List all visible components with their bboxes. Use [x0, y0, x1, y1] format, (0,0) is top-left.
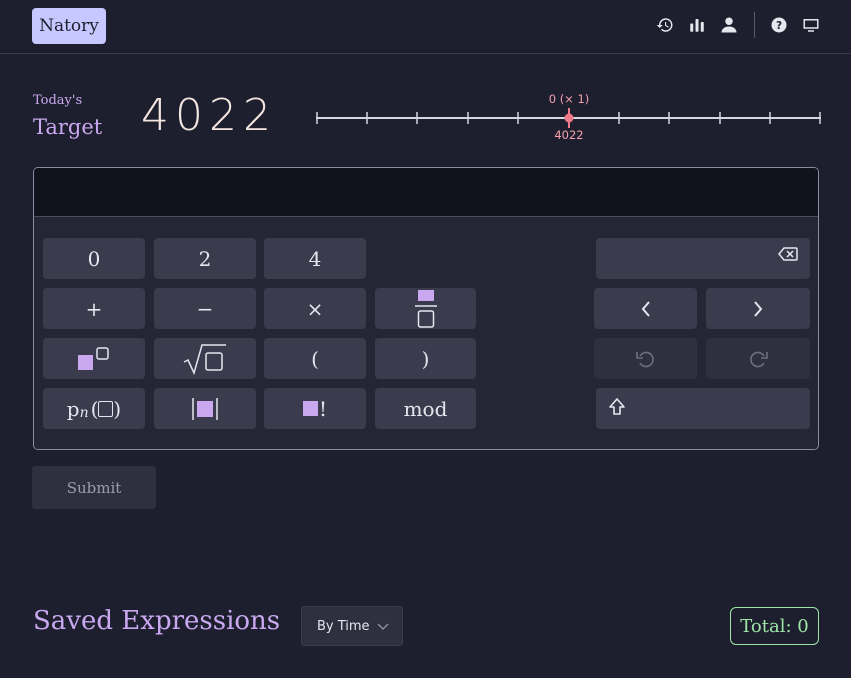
placeholder-box-icon	[98, 400, 114, 417]
redo-icon	[750, 351, 768, 367]
factorial-button[interactable]: !	[264, 388, 366, 429]
cursor-right-button[interactable]	[706, 288, 810, 329]
partition-button[interactable]: p n ( )	[43, 388, 145, 429]
factorial-symbol: !	[318, 396, 328, 421]
target-label: Target	[33, 115, 103, 139]
placeholder-filled-icon	[302, 401, 318, 416]
mod-button[interactable]: mod	[375, 388, 476, 429]
backspace-icon	[778, 247, 798, 261]
sqrt-button[interactable]	[154, 338, 256, 379]
shift-arrow-icon	[609, 398, 625, 415]
fraction-icon	[414, 289, 437, 328]
digit-2-button[interactable]: 2	[154, 238, 256, 279]
partition-open-paren: (	[90, 396, 99, 421]
expression-display[interactable]	[34, 168, 818, 217]
history-icon[interactable]	[655, 15, 675, 35]
plus-button[interactable]: +	[43, 288, 145, 329]
chevron-left-icon	[641, 300, 650, 317]
undo-icon	[635, 351, 654, 367]
slider-handle[interactable]	[564, 113, 574, 123]
undo-button[interactable]	[594, 338, 697, 379]
redo-button[interactable]	[706, 338, 810, 379]
submit-button[interactable]: Submit	[32, 466, 156, 509]
sort-value: By Time	[317, 618, 370, 634]
total-badge: Total: 0	[730, 607, 819, 645]
digit-4-button[interactable]: 4	[264, 238, 366, 279]
target-slider[interactable]: 0 (× 1) 4022	[316, 90, 822, 145]
close-paren-button[interactable]: )	[375, 338, 476, 379]
power-icon	[78, 346, 109, 370]
help-icon[interactable]: ?	[769, 15, 789, 35]
calculator-panel: 0 2 4 + − × () p n () ! mod	[33, 167, 819, 450]
shift-button[interactable]	[596, 388, 810, 429]
stats-icon[interactable]	[687, 15, 707, 35]
cursor-left-button[interactable]	[594, 288, 697, 329]
keypad: 0 2 4 + − × () p n () ! mod	[34, 217, 818, 449]
sqrt-icon	[183, 343, 226, 375]
abs-button[interactable]	[154, 388, 256, 429]
header-divider	[754, 12, 755, 38]
chevron-down-icon	[377, 623, 389, 631]
fraction-button[interactable]	[375, 288, 476, 329]
digit-0-button[interactable]: 0	[43, 238, 145, 279]
power-button[interactable]	[43, 338, 145, 379]
slider-top-label: 0 (× 1)	[549, 92, 590, 106]
sort-select[interactable]: By Time	[301, 606, 403, 646]
monitor-icon[interactable]	[801, 15, 821, 35]
times-button[interactable]: ×	[264, 288, 366, 329]
target-number: 4022	[141, 90, 277, 141]
partition-p: p	[66, 396, 80, 421]
backspace-button[interactable]	[596, 238, 810, 279]
user-icon[interactable]	[719, 15, 739, 35]
top-bar: Natory ?	[0, 0, 851, 54]
svg-text:?: ?	[776, 20, 782, 32]
abs-icon	[192, 397, 218, 420]
partition-close-paren: )	[113, 396, 122, 421]
minus-button[interactable]: −	[154, 288, 256, 329]
chevron-right-icon	[754, 300, 763, 317]
slider-track: 0 (× 1) 4022	[316, 92, 821, 142]
partition-n: n	[79, 404, 89, 421]
slider-bottom-label: 4022	[554, 128, 583, 142]
open-paren-button[interactable]: (	[264, 338, 366, 379]
todays-label: Today's	[33, 93, 83, 108]
logo[interactable]: Natory	[32, 8, 106, 44]
saved-expressions-title: Saved Expressions	[33, 606, 281, 636]
